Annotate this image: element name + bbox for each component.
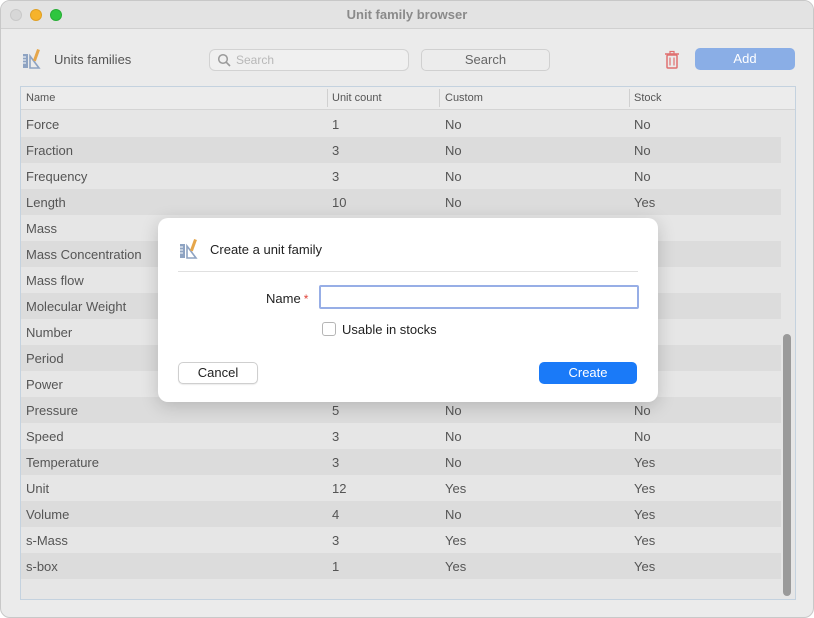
column-divider[interactable] [629, 89, 630, 107]
required-marker: * [303, 292, 309, 306]
cell-name: Mass [26, 221, 58, 236]
vertical-scrollbar[interactable] [783, 334, 791, 596]
cell-name: Frequency [26, 169, 88, 184]
cell-unit-count: 10 [332, 195, 347, 210]
dialog-divider [178, 271, 638, 272]
cancel-button[interactable]: Cancel [178, 362, 258, 384]
column-header-name[interactable]: Name [26, 92, 55, 104]
dialog-title: Create a unit family [210, 242, 322, 257]
column-header-custom[interactable]: Custom [445, 92, 483, 104]
cell-unit-count: 4 [332, 507, 340, 522]
cell-name: Temperature [26, 455, 99, 470]
cell-custom: No [445, 429, 462, 444]
cell-unit-count: 5 [332, 403, 340, 418]
window-title: Unit family browser [346, 7, 468, 22]
cell-unit-count: 3 [332, 169, 340, 184]
cell-name: s-box [26, 559, 58, 574]
cell-stock: Yes [634, 481, 656, 496]
cell-name: Unit [26, 481, 50, 496]
cell-custom: No [445, 403, 462, 418]
column-header-unit-count[interactable]: Unit count [332, 92, 382, 104]
table-row[interactable]: Unit 12 Yes Yes [21, 475, 781, 501]
cell-unit-count: 3 [332, 143, 340, 158]
title-bar: Unit family browser [1, 1, 813, 29]
ruler-pencil-icon [23, 49, 41, 69]
cell-unit-count: 3 [332, 533, 340, 548]
cell-name: Force [26, 117, 60, 132]
cell-custom: Yes [445, 559, 467, 574]
cell-custom: No [445, 169, 462, 184]
cell-name: Speed [26, 429, 64, 444]
table-row[interactable]: Force 1 No No [21, 111, 781, 137]
table-row[interactable]: s-Mass 3 Yes Yes [21, 527, 781, 553]
create-button[interactable]: Create [539, 362, 637, 384]
cell-name: Mass Concentration [26, 247, 142, 262]
name-label-text: Name [266, 291, 301, 306]
cell-custom: No [445, 195, 462, 210]
cell-stock: Yes [634, 559, 656, 574]
cell-unit-count: 3 [332, 455, 340, 470]
cell-unit-count: 3 [332, 429, 340, 444]
table-row[interactable]: Length 10 No Yes [21, 189, 781, 215]
cell-stock: No [634, 143, 651, 158]
toolbar-title: Units families [54, 52, 132, 67]
usable-in-stocks-checkbox[interactable] [322, 322, 336, 336]
usable-in-stocks-label[interactable]: Usable in stocks [342, 322, 437, 337]
cell-name: Pressure [26, 403, 79, 418]
table-header: Name Unit count Custom Stock [21, 87, 795, 110]
cell-stock: Yes [634, 455, 656, 470]
name-label: Name * [266, 291, 308, 306]
add-button[interactable]: Add [695, 48, 795, 70]
create-unit-family-dialog: Create a unit family Name * Usable in sto… [158, 218, 658, 402]
cell-name: Volume [26, 507, 70, 522]
cell-unit-count: 1 [332, 559, 340, 574]
cell-stock: Yes [634, 195, 656, 210]
table-row[interactable]: Volume 4 No Yes [21, 501, 781, 527]
cell-name: Mass flow [26, 273, 84, 288]
table-row[interactable]: Fraction 3 No No [21, 137, 781, 163]
search-icon [217, 53, 231, 67]
cell-stock: No [634, 429, 651, 444]
search-input[interactable] [236, 52, 404, 68]
cell-stock: Yes [634, 507, 656, 522]
cell-name: s-Mass [26, 533, 68, 548]
search-button[interactable]: Search [421, 49, 550, 71]
cell-name: Number [26, 325, 73, 340]
cell-unit-count: 1 [332, 117, 340, 132]
cell-stock: No [634, 403, 651, 418]
cell-name: Fraction [26, 143, 73, 158]
cell-custom: No [445, 455, 462, 470]
table-row[interactable]: s-box 1 Yes Yes [21, 553, 781, 579]
cell-custom: No [445, 117, 462, 132]
trash-icon[interactable] [661, 49, 683, 71]
ruler-pencil-icon [180, 239, 198, 259]
table-row[interactable]: Frequency 3 No No [21, 163, 781, 189]
cell-custom: No [445, 143, 462, 158]
cell-name: Molecular Weight [26, 299, 127, 314]
cell-custom: Yes [445, 481, 467, 496]
cell-name: Power [26, 377, 63, 392]
name-input[interactable] [319, 285, 639, 309]
column-header-stock[interactable]: Stock [634, 92, 662, 104]
table-row[interactable]: Speed 3 No No [21, 423, 781, 449]
cell-name: Period [26, 351, 64, 366]
cell-stock: No [634, 117, 651, 132]
search-field[interactable] [209, 49, 409, 71]
cell-custom: No [445, 507, 462, 522]
app-window: Unit family browser Units families Searc… [0, 0, 814, 618]
cell-stock: No [634, 169, 651, 184]
cell-custom: Yes [445, 533, 467, 548]
cell-stock: Yes [634, 533, 656, 548]
column-divider[interactable] [439, 89, 440, 107]
cell-unit-count: 12 [332, 481, 347, 496]
column-divider[interactable] [327, 89, 328, 107]
cell-name: Length [26, 195, 66, 210]
table-row[interactable]: Temperature 3 No Yes [21, 449, 781, 475]
